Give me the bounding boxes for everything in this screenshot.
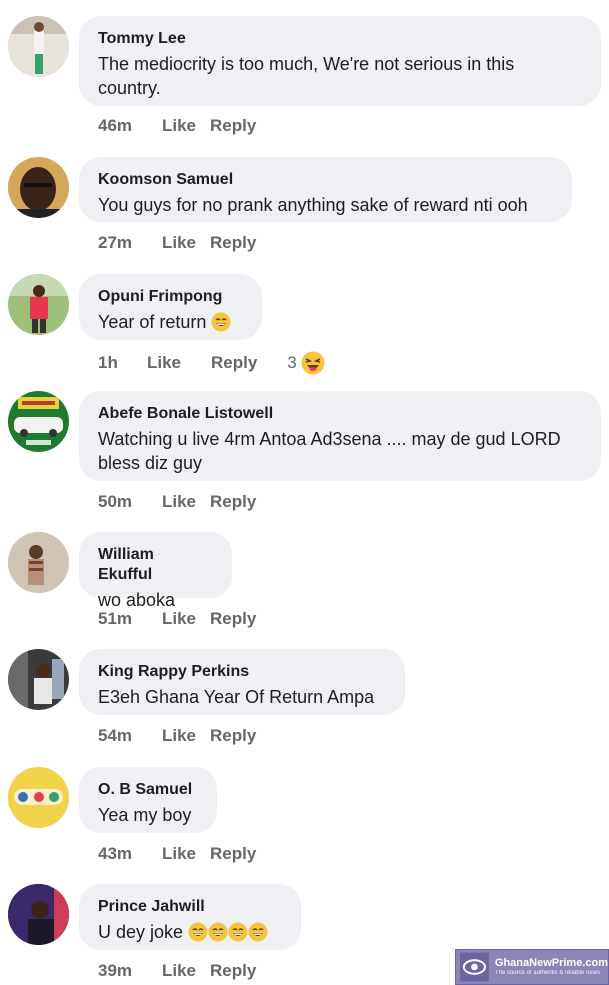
comment-bubble: O. B Samuel Yea my boy xyxy=(79,767,217,833)
laughing-reaction-icon xyxy=(301,351,325,375)
avatar[interactable] xyxy=(8,649,69,710)
grinning-sweat-emoji-icon xyxy=(211,312,231,332)
comment-bubble: King Rappy Perkins E3eh Ghana Year Of Re… xyxy=(79,649,405,715)
reply-button[interactable]: Reply xyxy=(210,116,256,136)
watermark-subtitle: The source of authentic & reliable news xyxy=(494,970,600,976)
avatar[interactable] xyxy=(8,157,69,218)
like-button[interactable]: Like xyxy=(162,116,210,136)
comment-time[interactable]: 51m xyxy=(98,609,162,629)
emoji-group xyxy=(188,922,268,942)
like-button[interactable]: Like xyxy=(162,492,210,512)
watermark-text: GhanaNewPrime.com The source of authenti… xyxy=(495,957,608,977)
comment-text-content: Year of return xyxy=(98,312,207,332)
comment-bubble: Prince Jahwill U dey joke xyxy=(79,884,301,950)
comment-author[interactable]: William Ekufful xyxy=(98,545,212,585)
comment-text: U dey joke xyxy=(98,920,281,944)
comment-author[interactable]: Koomson Samuel xyxy=(98,170,552,190)
reply-button[interactable]: Reply xyxy=(210,844,256,864)
like-button[interactable]: Like xyxy=(162,844,210,864)
comment-author[interactable]: Tommy Lee xyxy=(98,29,581,49)
avatar[interactable] xyxy=(8,274,69,335)
comment-actions: 51m Like Reply xyxy=(98,609,256,629)
grinning-sweat-emoji-icon xyxy=(248,922,268,942)
comment-text: Yea my boy xyxy=(98,805,192,825)
comment-text: Watching u live 4rm Antoa Ad3sena .... m… xyxy=(98,429,561,473)
comment-bubble: Opuni Frimpong Year of return xyxy=(79,274,262,340)
avatar[interactable] xyxy=(8,391,69,452)
reply-button[interactable]: Reply xyxy=(210,609,256,629)
comment-time[interactable]: 39m xyxy=(98,961,162,981)
comment-time[interactable]: 43m xyxy=(98,844,162,864)
like-button[interactable]: Like xyxy=(162,961,210,981)
eye-logo-icon xyxy=(460,952,489,982)
comment-time[interactable]: 54m xyxy=(98,726,162,746)
watermark-title: GhanaNewPrime.com xyxy=(494,957,608,969)
avatar[interactable] xyxy=(8,16,69,77)
like-button[interactable]: Like xyxy=(162,726,210,746)
reply-button[interactable]: Reply xyxy=(210,726,256,746)
comment-time[interactable]: 27m xyxy=(98,233,162,253)
comment-actions: 1h Like Reply 3 xyxy=(98,351,325,375)
comment-actions: 27m Like Reply xyxy=(98,233,256,253)
grinning-sweat-emoji-icon xyxy=(188,922,208,942)
comment-author[interactable]: Abefe Bonale Listowell xyxy=(98,404,581,424)
comment-author[interactable]: Prince Jahwill xyxy=(98,897,281,917)
grinning-sweat-emoji-icon xyxy=(228,922,248,942)
comment-author[interactable]: O. B Samuel xyxy=(98,780,197,800)
reply-button[interactable]: Reply xyxy=(210,233,256,253)
comment-bubble: Abefe Bonale Listowell Watching u live 4… xyxy=(79,391,601,481)
comment-author[interactable]: Opuni Frimpong xyxy=(98,287,242,307)
comment-actions: 39m Like Reply xyxy=(98,961,256,981)
reply-button[interactable]: Reply xyxy=(210,961,256,981)
comment-actions: 54m Like Reply xyxy=(98,726,256,746)
comment-author[interactable]: King Rappy Perkins xyxy=(98,662,385,682)
avatar[interactable] xyxy=(8,767,69,828)
comment-actions: 46m Like Reply xyxy=(98,116,256,136)
grinning-sweat-emoji-icon xyxy=(208,922,228,942)
reply-button[interactable]: Reply xyxy=(211,353,257,373)
watermark-logo: GhanaNewPrime.com The source of authenti… xyxy=(455,949,609,985)
avatar[interactable] xyxy=(8,532,69,593)
comment-text: E3eh Ghana Year Of Return Ampa xyxy=(98,687,375,707)
avatar[interactable] xyxy=(8,884,69,945)
comment-text: The mediocrity is too much, We're not se… xyxy=(98,54,515,98)
reaction-summary[interactable]: 3 xyxy=(287,351,325,375)
comment-time[interactable]: 50m xyxy=(98,492,162,512)
comment-bubble: Tommy Lee The mediocrity is too much, We… xyxy=(79,16,601,106)
comment-actions: 43m Like Reply xyxy=(98,844,256,864)
comment-text-content: U dey joke xyxy=(98,922,184,942)
comment-time[interactable]: 1h xyxy=(98,353,147,373)
reaction-count: 3 xyxy=(287,353,297,372)
like-button[interactable]: Like xyxy=(162,233,210,253)
comment-text: You guys for no prank anything sake of r… xyxy=(98,195,528,215)
comment-text: Year of return xyxy=(98,310,242,334)
like-button[interactable]: Like xyxy=(162,609,210,629)
like-button[interactable]: Like xyxy=(147,353,211,373)
comment-time[interactable]: 46m xyxy=(98,116,162,136)
comment-actions: 50m Like Reply xyxy=(98,492,256,512)
comment-bubble: William Ekufful wo aboka xyxy=(79,532,232,610)
comment-bubble: Koomson Samuel You guys for no prank any… xyxy=(79,157,572,222)
reply-button[interactable]: Reply xyxy=(210,492,256,512)
